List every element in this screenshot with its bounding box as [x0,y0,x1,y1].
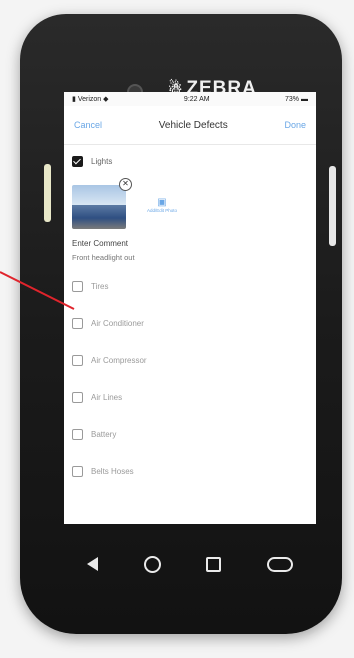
side-button-yellow[interactable] [44,164,51,222]
done-button[interactable]: Done [284,120,306,130]
list-item[interactable]: Air Conditioner [64,305,316,342]
battery-text: 73% [285,95,300,103]
carrier-label: ▮ Verizon ◆ [72,95,109,103]
air-lines-checkbox[interactable] [72,392,83,403]
add-photo-label: Add/Edit Photo [146,208,178,213]
back-icon[interactable] [86,557,98,571]
page-title: Vehicle Defects [158,119,228,131]
camera-icon: ▣ [157,197,167,208]
defect-item-lights[interactable]: Lights [64,145,316,177]
item-label: Air Compressor [91,356,147,365]
recents-icon[interactable] [206,556,222,572]
pill-icon[interactable] [267,556,294,572]
item-label: Air Lines [91,393,123,402]
tires-checkbox[interactable] [72,281,83,292]
android-nav-bar [64,540,316,588]
defect-list: Tires Air Conditioner Air Compressor Air… [64,268,316,490]
side-button-right[interactable] [329,166,336,246]
battery-indicator: 73% ▬ [285,96,308,103]
item-label: Belts Hoses [91,467,134,476]
list-item[interactable]: Tires [64,268,316,305]
battery-icon: ▬ [300,95,308,103]
air-compressor-checkbox[interactable] [72,355,83,366]
add-photo-button[interactable]: ▣ Add/Edit Photo [142,197,182,213]
list-item[interactable]: Belts Hoses [64,453,316,490]
close-icon[interactable]: ✕ [119,178,132,191]
item-label: Tires [91,282,109,291]
battery-checkbox[interactable] [72,429,83,440]
item-label: Battery [91,430,117,439]
defect-photo-thumbnail[interactable]: ✕ [72,178,132,229]
comment-label: Enter Comment [72,239,129,248]
belts-hoses-checkbox[interactable] [72,466,83,477]
lights-checkbox[interactable] [72,155,83,167]
air-conditioner-checkbox[interactable] [72,318,83,329]
photo-row: ✕ ▣ Add/Edit Photo [64,177,316,233]
list-item[interactable]: Air Lines [64,379,316,416]
nav-bar: Cancel Vehicle Defects Done [64,106,316,145]
comment-input[interactable]: Front headlight out [64,248,316,262]
signal-icon: ▮ [72,96,76,103]
status-time: 9:22 AM [183,95,210,103]
lights-label: Lights [91,156,113,166]
home-icon[interactable] [143,555,161,573]
list-item[interactable]: Air Compressor [64,342,316,379]
cancel-button[interactable]: Cancel [74,120,102,130]
wifi-icon: ◆ [103,96,109,103]
item-label: Air Conditioner [91,319,144,328]
status-bar: ▮ Verizon ◆ 9:22 AM 73% ▬ [64,92,316,106]
list-item[interactable]: Battery [64,416,316,453]
app-screen: ▮ Verizon ◆ 9:22 AM 73% ▬ Cancel Vehicle… [64,92,316,524]
carrier-text: Verizon [77,96,102,103]
